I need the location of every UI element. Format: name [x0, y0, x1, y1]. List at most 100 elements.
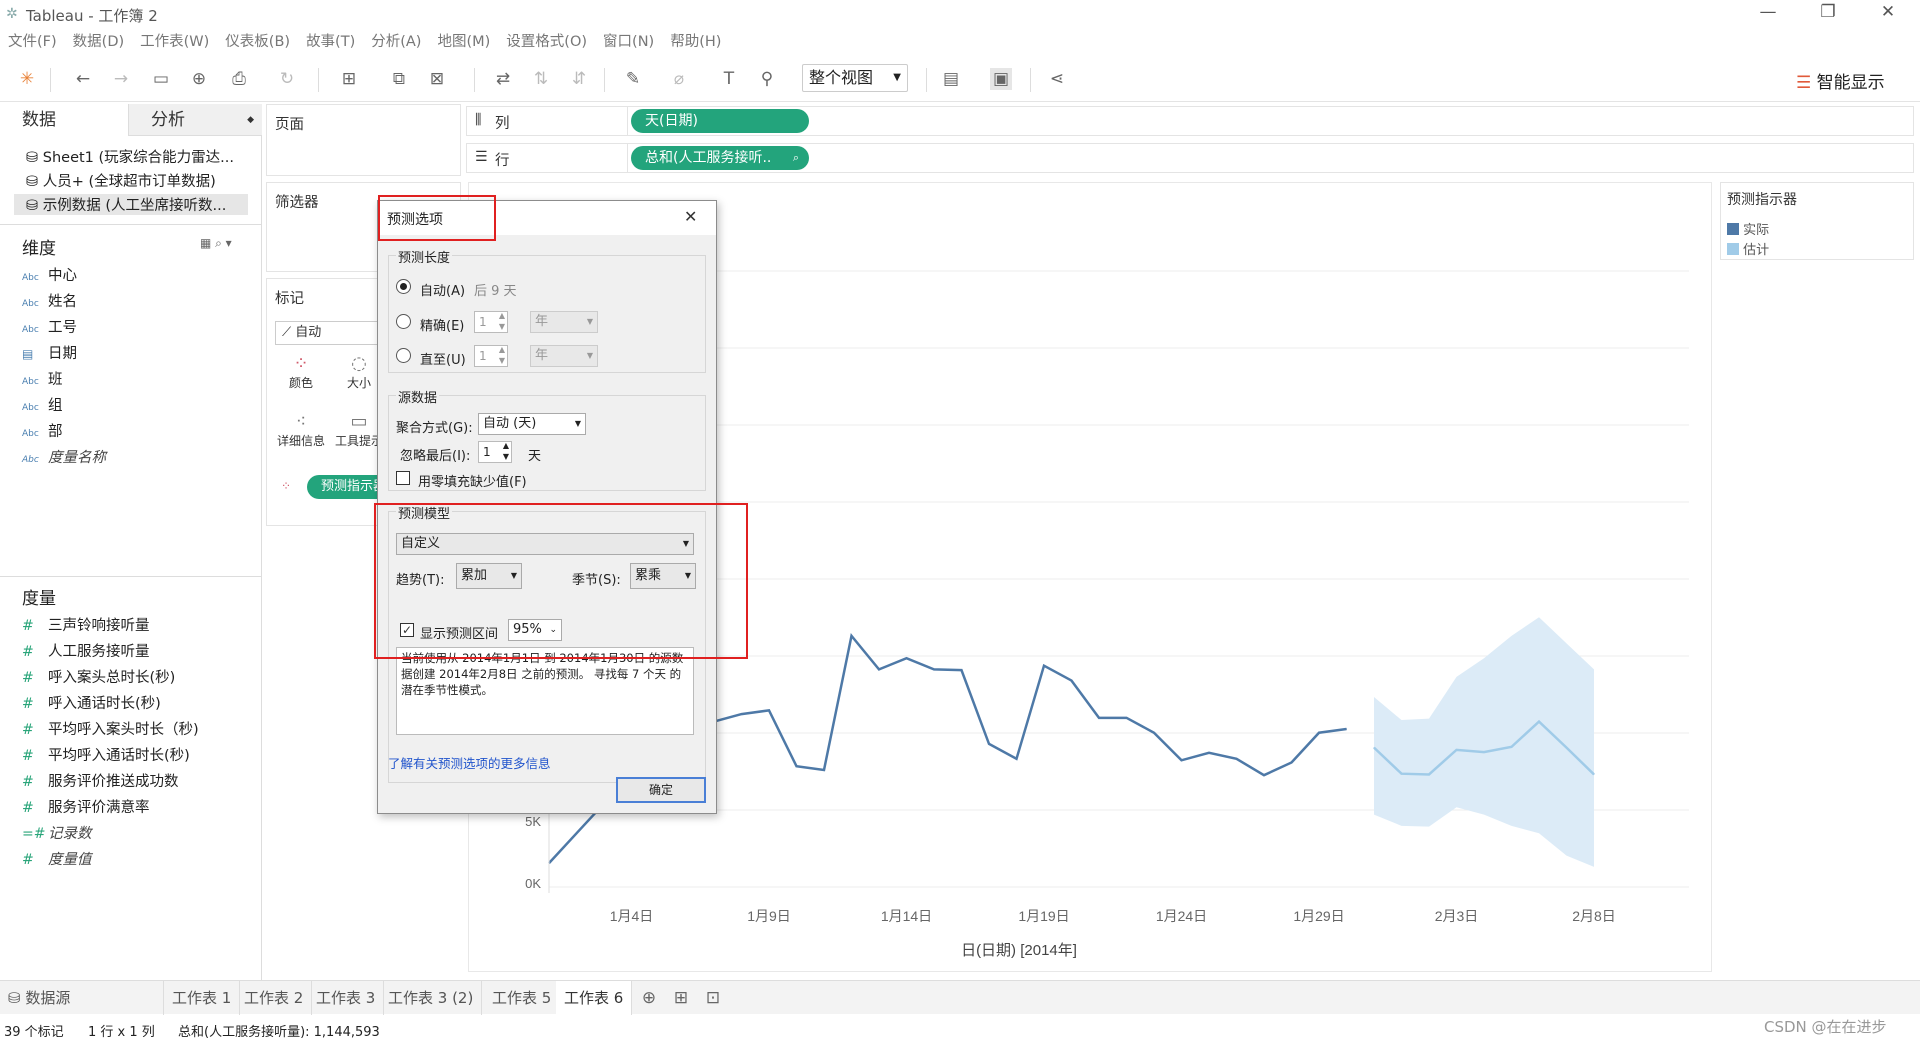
legend-item[interactable]: 实际: [1727, 219, 1769, 238]
pages-shelf[interactable]: 页面: [266, 104, 461, 176]
new-datasource-icon[interactable]: ⊕: [188, 68, 210, 90]
rows-pill[interactable]: 总和(人工服务接听.. ⌕: [631, 146, 809, 170]
show-labels-icon[interactable]: T: [718, 68, 740, 90]
dimension-field[interactable]: ▤ 日期: [22, 342, 77, 363]
dimension-field[interactable]: Abc 度量名称: [22, 446, 106, 467]
group-icon[interactable]: ⌀: [668, 68, 690, 90]
exact-radio[interactable]: [396, 314, 411, 329]
dimension-field[interactable]: Abc 姓名: [22, 290, 77, 311]
new-worksheet-icon[interactable]: ⊕: [638, 987, 660, 1009]
measure-field[interactable]: # 呼入案头总时长(秒): [22, 666, 175, 687]
sheet-tab[interactable]: 工作表 1: [164, 981, 241, 1015]
new-story-icon[interactable]: ⊡: [702, 987, 724, 1009]
columns-pill[interactable]: 天(日期): [631, 109, 809, 133]
pin-icon[interactable]: ⚲: [756, 68, 778, 90]
sort-ascending-icon[interactable]: ⇅: [530, 68, 552, 90]
show-me-button[interactable]: ☰ 智能显示: [1796, 68, 1885, 93]
sheet-tab[interactable]: 工作表 3: [308, 981, 385, 1015]
sheet-tab-active[interactable]: 工作表 6: [556, 981, 633, 1015]
until-radio[interactable]: [396, 348, 411, 363]
menu-story[interactable]: 故事(T): [306, 30, 355, 51]
new-worksheet-icon[interactable]: ⊞: [338, 68, 360, 90]
datasource-item[interactable]: ⛁ Sheet1 (玩家综合能力雷达...: [26, 146, 234, 167]
save-icon[interactable]: ▭: [150, 68, 172, 90]
x-axis-title: 日(日期) [2014年]: [961, 942, 1077, 959]
redo-icon[interactable]: →: [110, 68, 132, 90]
view-size-select[interactable]: 整个视图 ▼: [802, 64, 908, 92]
dimension-field[interactable]: Abc 班: [22, 368, 63, 389]
refresh-icon[interactable]: ↻: [276, 68, 298, 90]
menu-file[interactable]: 文件(F): [8, 30, 57, 51]
detail-button[interactable]: ⁖ 详细信息: [275, 411, 327, 463]
aggregate-select[interactable]: 自动 (天) ▼: [478, 413, 586, 435]
until-spinner[interactable]: 1 ▲ ▼: [474, 345, 508, 367]
dimension-field[interactable]: Abc 中心: [22, 264, 77, 285]
clear-sheet-icon[interactable]: ⊠: [426, 68, 448, 90]
close-icon[interactable]: ✕: [684, 207, 697, 226]
ignore-last-spinner[interactable]: 1 ▲ ▼: [478, 441, 512, 463]
measure-field[interactable]: # 度量值: [22, 848, 92, 869]
measure-field[interactable]: # 服务评价推送成功数: [22, 770, 179, 791]
fill-zero-checkbox[interactable]: [396, 471, 410, 485]
show-me-label: 智能显示: [1816, 73, 1885, 93]
auto-radio[interactable]: [396, 279, 411, 294]
share-icon[interactable]: ⋖: [1046, 68, 1068, 90]
color-button[interactable]: ⁘ 颜色: [275, 353, 327, 405]
menu-format[interactable]: 设置格式(O): [506, 30, 587, 51]
pause-updates-icon[interactable]: ⎙: [228, 68, 250, 90]
menu-help[interactable]: 帮助(H): [670, 30, 721, 51]
datasource-item[interactable]: ⛁ 人员+ (全球超市订单数据): [26, 170, 216, 191]
menu-dashboard[interactable]: 仪表板(B): [225, 30, 290, 51]
view-toggle-icon[interactable]: ▦ ⌕ ▾: [200, 236, 232, 251]
dimension-field[interactable]: Abc 组: [22, 394, 63, 415]
restore-button[interactable]: ❐: [1808, 2, 1848, 22]
tab-data[interactable]: 数据: [0, 104, 128, 136]
exact-unit-select[interactable]: 年 ▼: [530, 311, 598, 333]
data-point: [796, 765, 797, 767]
pages-label: 页面: [275, 117, 304, 133]
dimension-field[interactable]: Abc 部: [22, 420, 63, 441]
minimize-button[interactable]: —: [1748, 2, 1788, 22]
learn-more-link[interactable]: 了解有关预测选项的更多信息: [388, 753, 551, 772]
measure-field[interactable]: # 平均呼入通话时长(秒): [22, 744, 190, 765]
number-type-icon: #: [22, 800, 34, 816]
swap-icon[interactable]: ⇄: [492, 68, 514, 90]
measure-field[interactable]: # 服务评价满意率: [22, 796, 150, 817]
undo-icon[interactable]: ←: [72, 68, 94, 90]
ok-button[interactable]: 确定: [616, 777, 706, 803]
tab-analysis[interactable]: 分析 ◆: [128, 104, 262, 136]
datasource-tab[interactable]: ⛁ 数据源: [0, 981, 164, 1015]
measure-field[interactable]: # 呼入通话时长(秒): [22, 692, 161, 713]
data-point: [1428, 773, 1430, 775]
new-dashboard-icon[interactable]: ⊞: [670, 987, 692, 1009]
measure-field[interactable]: # 平均呼入案头时长（秒): [22, 718, 199, 739]
legend-item[interactable]: 估计: [1727, 239, 1769, 258]
measure-field[interactable]: # 人工服务接听量: [22, 640, 150, 661]
show-cards-icon[interactable]: ▤: [940, 68, 962, 90]
duplicate-icon[interactable]: ⧉: [388, 68, 410, 90]
sheet-tab[interactable]: 工作表 3 (2): [380, 981, 483, 1015]
close-window-button[interactable]: ✕: [1868, 2, 1908, 22]
columns-shelf[interactable]: ⫼ 列 天(日期): [466, 106, 1914, 136]
presentation-mode-icon[interactable]: ▣: [990, 68, 1012, 90]
menu-worksheet[interactable]: 工作表(W): [140, 30, 209, 51]
sheet-tab[interactable]: 工作表 2: [236, 981, 313, 1015]
sheet-tab[interactable]: 工作表 5: [484, 981, 561, 1015]
data-point: [1263, 774, 1265, 776]
exact-spinner[interactable]: 1 ▲ ▼: [474, 311, 508, 333]
tableau-home-icon[interactable]: ✳: [16, 68, 38, 90]
until-unit-select[interactable]: 年 ▼: [530, 345, 598, 367]
rows-shelf[interactable]: ☰ 行 总和(人工服务接听.. ⌕: [466, 143, 1914, 173]
measure-field[interactable]: =# 记录数: [22, 822, 92, 843]
menu-data[interactable]: 数据(D): [73, 30, 124, 51]
datasource-item-selected[interactable]: ⛁ 示例数据 (人工坐席接听数...: [14, 194, 248, 215]
highlight-icon[interactable]: ✎: [622, 68, 644, 90]
color-icon: ⁘: [293, 353, 309, 374]
marks-count: 39 个标记: [4, 1025, 64, 1040]
menu-analysis[interactable]: 分析(A): [371, 30, 421, 51]
dimension-field[interactable]: Abc 工号: [22, 316, 77, 337]
menu-window[interactable]: 窗口(N): [603, 30, 654, 51]
menu-map[interactable]: 地图(M): [437, 30, 490, 51]
sort-descending-icon[interactable]: ⇵: [568, 68, 590, 90]
measure-field[interactable]: # 三声铃响接听量: [22, 614, 150, 635]
